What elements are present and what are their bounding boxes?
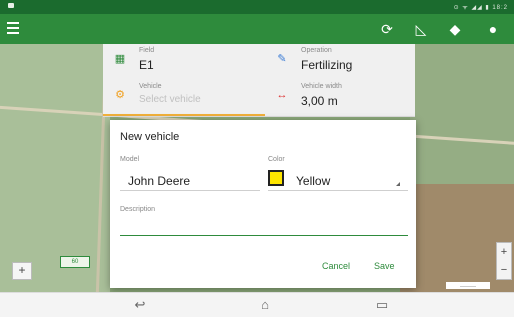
pencil-icon: ✎: [277, 53, 287, 65]
color-swatch[interactable]: [268, 170, 284, 186]
model-input[interactable]: John Deere: [128, 174, 190, 188]
color-underline: [268, 190, 408, 191]
back-icon[interactable]: ↩: [132, 298, 148, 312]
color-select[interactable]: Yellow: [296, 174, 330, 188]
notification-icon: [8, 3, 14, 8]
description-label: Description: [120, 206, 156, 213]
save-button[interactable]: Save: [374, 261, 395, 271]
operation-label: Operation: [301, 47, 332, 54]
recents-icon[interactable]: ▭: [374, 298, 390, 312]
sync-icon[interactable]: ⟳: [378, 20, 396, 38]
cancel-button[interactable]: Cancel: [322, 261, 350, 271]
layers-icon[interactable]: ◆: [446, 20, 464, 38]
menu-icon[interactable]: [7, 22, 19, 36]
vehicle-underline: [103, 114, 265, 116]
info-panel: ▦ Field E1 ✎ Operation Fertilizing ⚙ Veh…: [103, 44, 415, 117]
color-label: Color: [268, 156, 285, 163]
description-underline: [120, 235, 408, 236]
measure-icon[interactable]: ◺: [412, 20, 430, 38]
model-label: Model: [120, 156, 140, 163]
map-marker[interactable]: 60: [60, 256, 90, 268]
dropdown-arrow-icon[interactable]: [396, 182, 400, 186]
dialog-title: New vehicle: [120, 131, 180, 143]
vehicle-selector[interactable]: ⚙ Vehicle Select vehicle: [103, 80, 253, 114]
vehicle-label: Vehicle: [139, 83, 162, 90]
zoom-out-button[interactable]: −: [497, 261, 511, 279]
vehicle-placeholder: Select vehicle: [139, 94, 201, 105]
home-icon[interactable]: ⌂: [257, 298, 273, 312]
vehicle-width-field[interactable]: ↔ Vehicle width 3,00 m: [265, 80, 415, 114]
status-icons: ⊙ ᯤ ◢◢ ▮ 18:2: [453, 5, 508, 11]
grid-icon: ▦: [114, 53, 126, 65]
field-label: Field: [139, 47, 155, 54]
map-scale-bar: ————: [446, 282, 490, 289]
app-bar: ⟳ ◺ ◆ ●: [0, 14, 514, 44]
field-value: E1: [139, 58, 154, 72]
tractor-icon: ⚙: [115, 89, 125, 101]
operation-value: Fertilizing: [301, 58, 353, 72]
zoom-in-button[interactable]: +: [497, 243, 511, 261]
vehicle-width-label: Vehicle width: [301, 83, 342, 90]
add-point-button[interactable]: +: [12, 262, 32, 280]
account-icon[interactable]: ●: [484, 20, 502, 38]
map-field: [0, 44, 110, 292]
system-nav-bar: ↩ ⌂ ▭: [0, 292, 514, 317]
operation-selector[interactable]: ✎ Operation Fertilizing: [265, 44, 415, 78]
zoom-control: + −: [496, 242, 512, 280]
status-bar: ⊙ ᯤ ◢◢ ▮ 18:2: [0, 0, 514, 14]
model-underline: [120, 190, 260, 191]
new-vehicle-dialog: New vehicle Model John Deere Color Yello…: [110, 120, 416, 288]
map-field: [410, 44, 514, 184]
vehicle-width-value: 3,00 m: [301, 94, 338, 108]
width-arrows-icon: ↔: [276, 89, 288, 101]
field-selector[interactable]: ▦ Field E1: [103, 44, 253, 78]
